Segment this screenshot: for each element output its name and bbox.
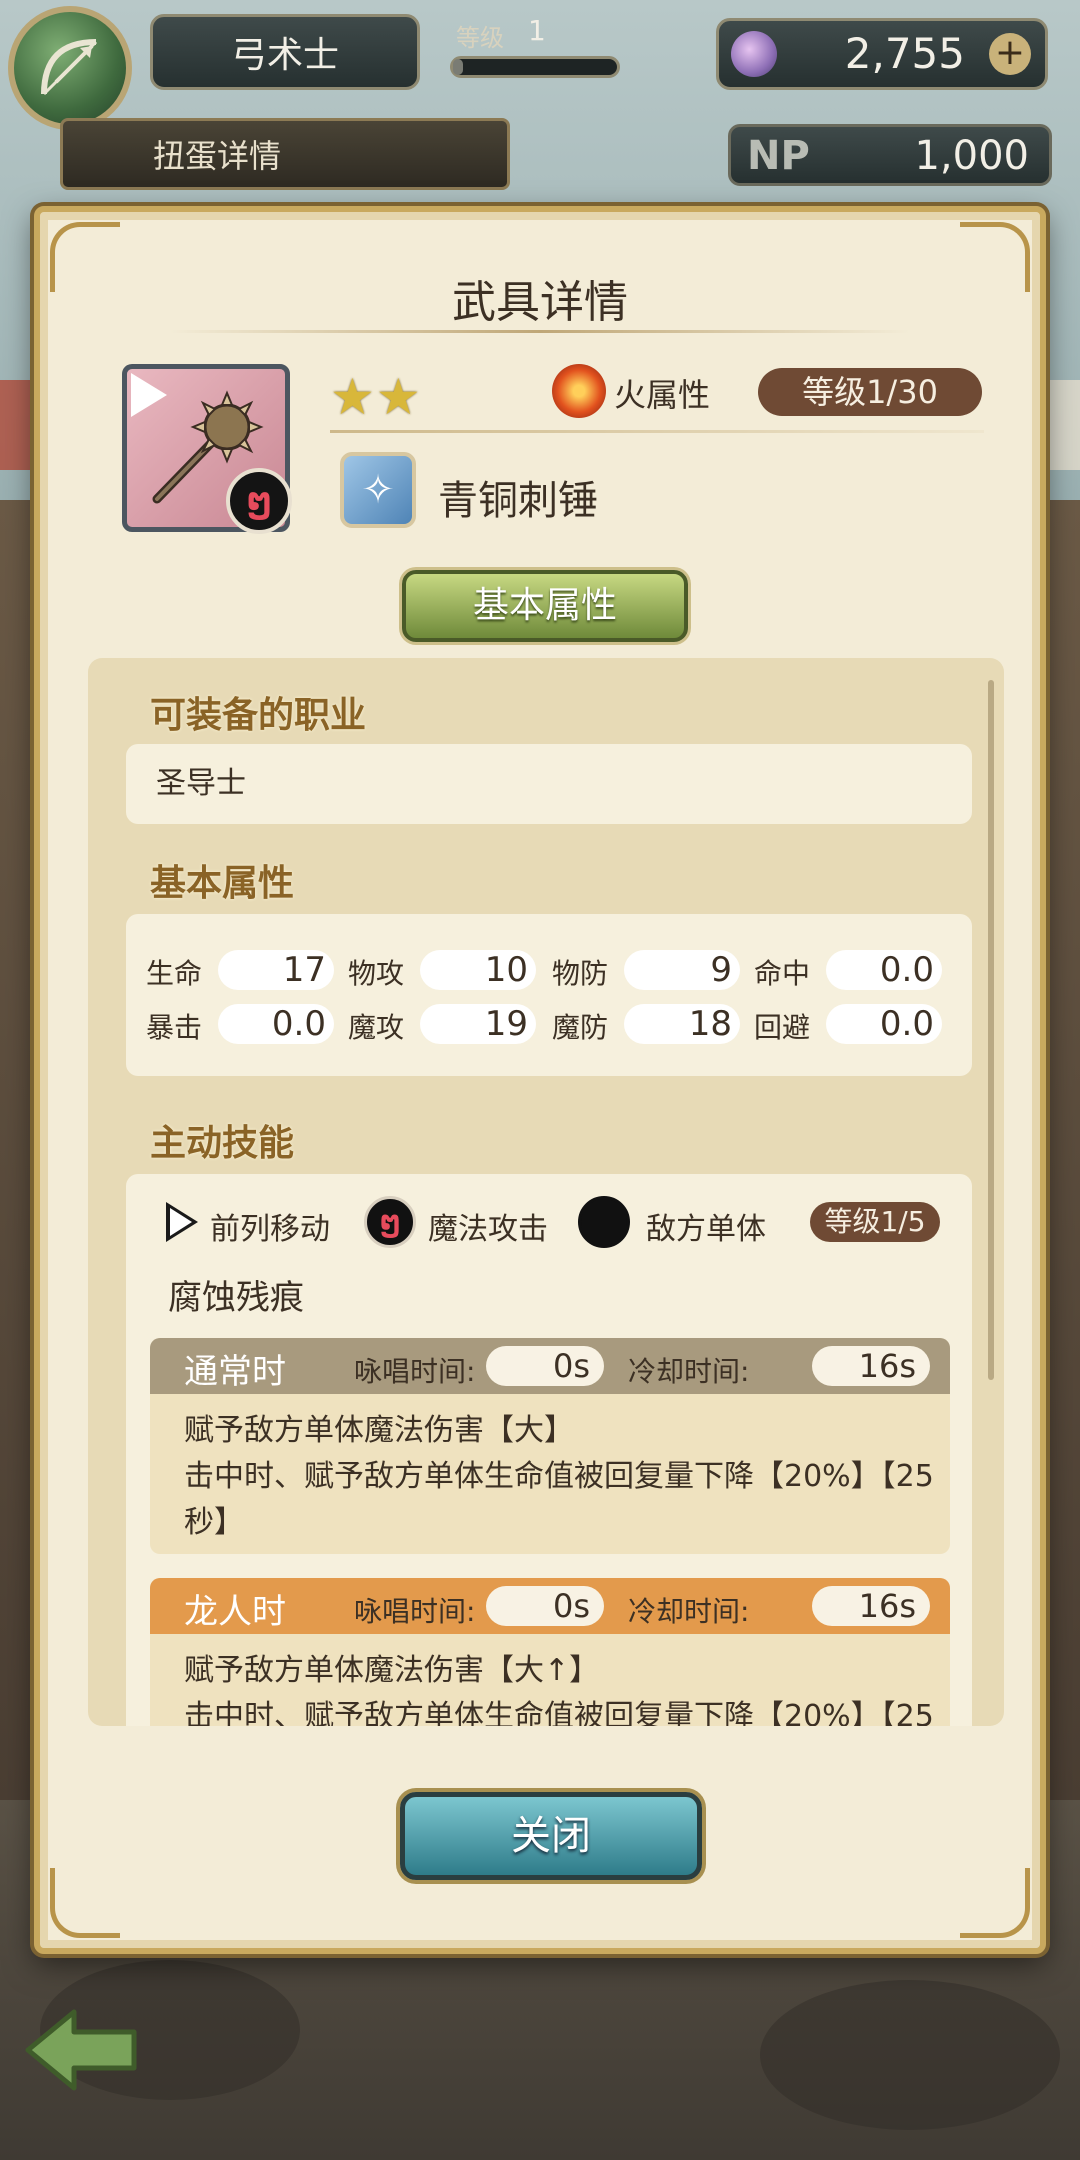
desc-line: 赋予敌方单体魔法伤害【大↑】 bbox=[184, 1653, 600, 1688]
dialog-title: 武具详情 bbox=[452, 277, 628, 328]
class-emblem[interactable] bbox=[8, 6, 132, 130]
stat-value: 0.0 bbox=[826, 950, 942, 990]
stat-label: 命中 bbox=[754, 957, 811, 990]
skill-tag: 前列移动 bbox=[210, 1212, 330, 1247]
star-icon: ★ bbox=[375, 368, 421, 426]
fire-icon bbox=[552, 364, 606, 418]
skill-name: 腐蚀残痕 bbox=[168, 1278, 304, 1318]
mode-description: 赋予敌方单体魔法伤害【大】 击中时、赋予敌方单体生命值被回复量下降【20%】【2… bbox=[184, 1408, 944, 1546]
skill-section-title: 主动技能 bbox=[150, 1123, 295, 1164]
basic-attributes-tab[interactable]: 基本属性 bbox=[402, 570, 688, 642]
stats-section-title: 基本属性 bbox=[150, 863, 295, 904]
mode-title: 通常时 bbox=[184, 1352, 286, 1392]
single-target-icon bbox=[578, 1196, 630, 1248]
active-skill-panel: 前列移动 ໆ 魔法攻击 敌方单体 等级1/5 腐蚀残痕 通常时 咏唱时间: 0s… bbox=[126, 1174, 972, 1726]
stat-label: 魔防 bbox=[552, 1011, 609, 1044]
equip-section-title: 可装备的职业 bbox=[150, 695, 367, 736]
class-name: 弓术士 bbox=[150, 14, 420, 90]
cast-time-value: 0s bbox=[486, 1586, 604, 1626]
rarity-stars: ★ ★ bbox=[330, 368, 421, 426]
weapon-level-badge: 等级1/30 bbox=[758, 368, 982, 416]
stat-value: 9 bbox=[624, 950, 740, 990]
star-icon: ★ bbox=[330, 368, 375, 426]
add-gem-button[interactable]: + bbox=[989, 33, 1031, 75]
gem-icon bbox=[731, 31, 777, 77]
magic-attack-icon: ໆ bbox=[226, 468, 292, 534]
close-button[interactable]: 关闭 bbox=[400, 1792, 702, 1880]
stat-label: 物攻 bbox=[348, 957, 405, 990]
cooldown-value: 16s bbox=[812, 1346, 930, 1386]
mode-title: 龙人时 bbox=[184, 1592, 286, 1632]
scrollbar[interactable] bbox=[988, 680, 994, 1380]
skill-mode-dragon: 龙人时 咏唱时间: 0s 冷却时间: 16s 赋予敌方单体魔法伤害【大↑】 击中… bbox=[150, 1578, 950, 1726]
mace-type-icon: ✧ bbox=[340, 452, 416, 528]
cooldown-value: 16s bbox=[812, 1586, 930, 1626]
skill-mode-normal: 通常时 咏唱时间: 0s 冷却时间: 16s 赋予敌方单体魔法伤害【大】 击中时… bbox=[150, 1338, 950, 1554]
stat-label: 回避 bbox=[754, 1011, 811, 1044]
equippable-job: 圣导士 bbox=[126, 744, 972, 824]
stat-label: 物防 bbox=[552, 957, 609, 990]
np-value: 1,000 bbox=[914, 133, 1029, 179]
back-arrow-icon bbox=[25, 2009, 137, 2091]
stat-value: 18 bbox=[624, 1004, 740, 1044]
np-label: NP bbox=[747, 133, 810, 179]
skill-tag: 敌方单体 bbox=[646, 1212, 766, 1247]
cooldown-label: 冷却时间: bbox=[628, 1595, 750, 1628]
stat-value: 0.0 bbox=[826, 1004, 942, 1044]
attr-divider bbox=[330, 430, 984, 433]
player-level: 等级 1 bbox=[430, 14, 630, 90]
magic-attack-icon: ໆ bbox=[364, 1196, 416, 1248]
detail-scroll-area[interactable]: 可装备的职业 圣导士 基本属性 生命 17 物攻 10 物防 9 命中 0.0 … bbox=[88, 658, 1004, 1726]
front-move-icon bbox=[131, 373, 167, 417]
stat-value: 17 bbox=[218, 950, 334, 990]
level-label: 等级 bbox=[456, 24, 504, 52]
cast-time-value: 0s bbox=[486, 1346, 604, 1386]
stat-label: 生命 bbox=[146, 957, 203, 990]
level-value: 1 bbox=[528, 14, 546, 47]
desc-line: 击中时、赋予敌方单体生命值被回复量下降【20%】【25 bbox=[184, 1699, 934, 1726]
title-divider bbox=[170, 330, 910, 333]
gem-amount: 2,755 bbox=[844, 29, 965, 78]
desc-line: 秒】 bbox=[184, 1505, 244, 1540]
page-title-banner: 扭蛋详情 bbox=[60, 118, 510, 190]
front-move-icon-inner bbox=[170, 1208, 192, 1236]
stat-value: 19 bbox=[420, 1004, 536, 1044]
skill-tag: 魔法攻击 bbox=[428, 1212, 548, 1247]
cast-time-label: 咏唱时间: bbox=[354, 1355, 476, 1388]
stat-value: 10 bbox=[420, 950, 536, 990]
skill-level-badge: 等级1/5 bbox=[810, 1202, 940, 1242]
back-button[interactable] bbox=[22, 2002, 142, 2098]
stats-panel: 生命 17 物攻 10 物防 9 命中 0.0 暴击 0.0 魔攻 19 魔防 … bbox=[126, 914, 972, 1076]
np-currency: NP 1,000 bbox=[728, 124, 1052, 186]
stat-label: 暴击 bbox=[146, 1011, 203, 1044]
mode-description: 赋予敌方单体魔法伤害【大↑】 击中时、赋予敌方单体生命值被回复量下降【20%】【… bbox=[184, 1648, 944, 1726]
desc-line: 赋予敌方单体魔法伤害【大】 bbox=[184, 1413, 574, 1448]
stat-label: 魔攻 bbox=[348, 1011, 405, 1044]
cast-time-label: 咏唱时间: bbox=[354, 1595, 476, 1628]
desc-line: 击中时、赋予敌方单体生命值被回复量下降【20%】【25 bbox=[184, 1459, 934, 1494]
weapon-name: 青铜刺锤 bbox=[438, 478, 598, 524]
exp-bar bbox=[450, 56, 620, 78]
cooldown-label: 冷却时间: bbox=[628, 1355, 750, 1388]
gem-currency: 2,755 + bbox=[716, 18, 1048, 90]
weapon-detail-dialog: 武具详情 ໆ ★ ★ 火属性 等级1/30 ✧ 青铜刺锤 基本属性 可装备的职业… bbox=[34, 206, 1046, 1954]
bow-icon bbox=[41, 39, 98, 96]
stat-value: 0.0 bbox=[218, 1004, 334, 1044]
element-label: 火属性 bbox=[614, 376, 711, 414]
